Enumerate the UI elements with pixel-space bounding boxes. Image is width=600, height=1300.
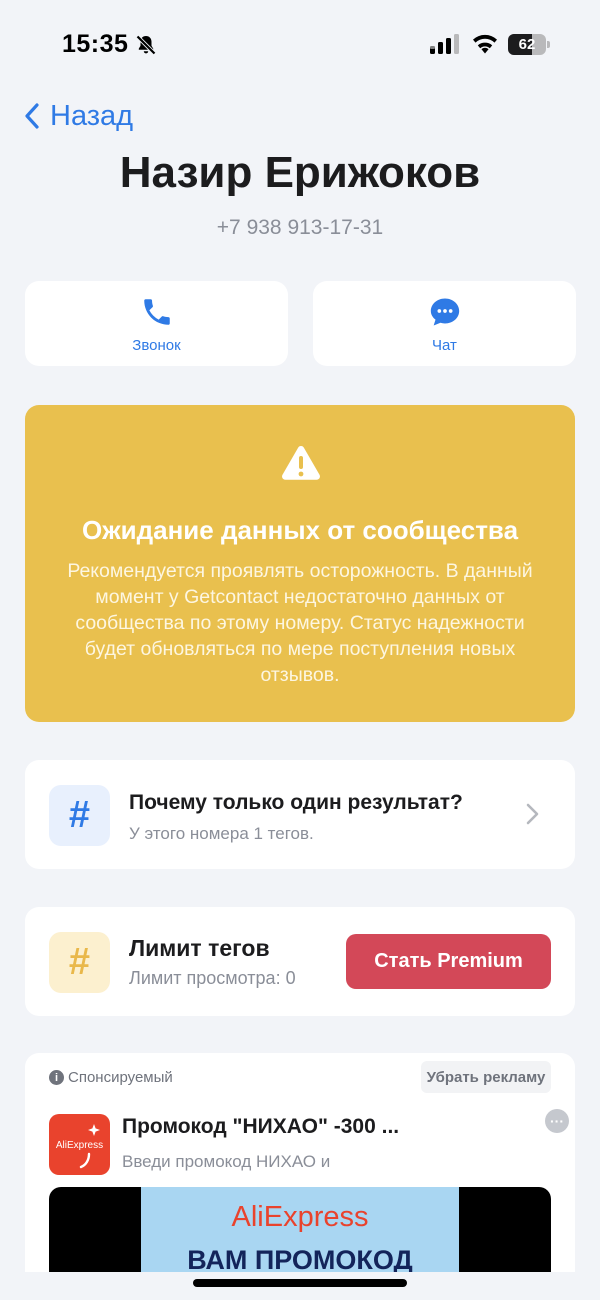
sponsored-label: i Спонсируемый xyxy=(49,1069,173,1086)
hash-icon: # xyxy=(49,785,110,846)
battery-body: 62 xyxy=(508,34,546,55)
warning-text: Рекомендуется проявлять осторожность. В … xyxy=(67,560,533,686)
battery-level: 62 xyxy=(518,36,536,53)
status-bar: 15:35 62 xyxy=(0,0,600,90)
tags-subtitle: У этого номера 1 тегов. xyxy=(129,824,314,843)
status-time: 15:35 xyxy=(62,30,129,58)
premium-button[interactable]: Стать Premium xyxy=(346,934,551,989)
info-icon: i xyxy=(49,1070,64,1085)
warning-title: Ожидание данных от сообщества xyxy=(81,515,519,545)
sponsored-text: Спонсируемый xyxy=(68,1069,173,1086)
ad-title: Промокод "НИХАО" -300 ... xyxy=(122,1115,400,1138)
banner-brand: AliExpress xyxy=(231,1201,369,1233)
battery-icon: 62 xyxy=(508,34,550,55)
phone-icon xyxy=(144,299,170,325)
wifi-icon xyxy=(473,34,497,54)
hash-icon: # xyxy=(49,932,110,993)
more-options-icon[interactable]: ··· xyxy=(545,1109,569,1133)
limit-title: Лимит тегов xyxy=(129,935,270,961)
call-button[interactable]: Звонок xyxy=(25,281,288,366)
chevron-left-icon xyxy=(25,103,39,129)
remove-ad-button[interactable]: Убрать рекламу xyxy=(421,1061,551,1093)
signal-icon xyxy=(430,34,459,54)
tags-card[interactable]: # Почему только один результат? У этого … xyxy=(25,760,575,869)
tags-title: Почему только один результат? xyxy=(129,791,463,814)
chat-label: Чат xyxy=(432,337,457,354)
battery-cap xyxy=(547,41,550,48)
sponsored-ad-card[interactable]: i Спонсируемый Убрать рекламу AliExpress… xyxy=(25,1053,575,1300)
aliexpress-logo: AliExpress xyxy=(49,1114,110,1175)
ad-text: Введи промокод НИХАО и xyxy=(122,1152,331,1171)
home-indicator[interactable] xyxy=(193,1279,407,1287)
tag-limit-card: # Лимит тегов Лимит просмотра: 0 Стать P… xyxy=(25,907,575,1016)
warning-card: Ожидание данных от сообщества Рекомендуе… xyxy=(25,405,575,722)
chat-bubble-icon xyxy=(430,298,460,326)
back-label: Назад xyxy=(50,99,134,132)
warning-triangle-icon xyxy=(282,446,320,480)
call-label: Звонок xyxy=(132,337,181,354)
bell-off-icon xyxy=(136,35,156,55)
contact-phone[interactable]: +7 938 913-17-31 xyxy=(0,216,600,240)
limit-subtitle: Лимит просмотра: 0 xyxy=(129,968,296,988)
logo-text: AliExpress xyxy=(55,1140,104,1151)
back-button[interactable]: Назад xyxy=(24,97,133,135)
contact-name: Назир Ерижоков xyxy=(119,148,481,197)
chevron-right-icon xyxy=(526,803,539,825)
chat-button[interactable]: Чат xyxy=(313,281,576,366)
